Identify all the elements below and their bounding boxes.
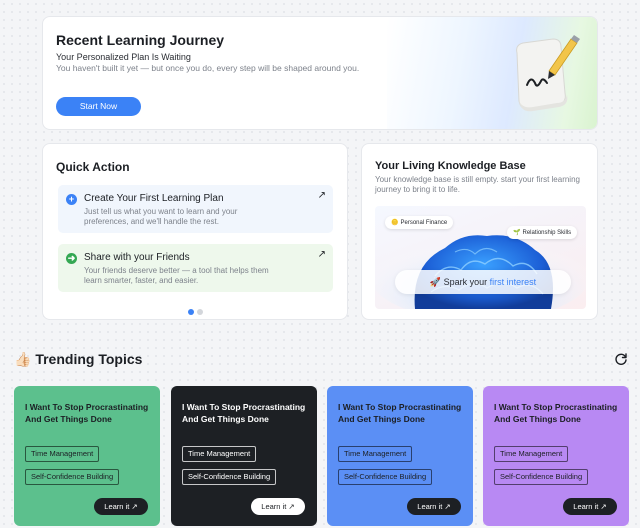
chip-personal-finance: 🪙 Personal Finance — [385, 216, 454, 229]
knowledge-base-visual: 🪙 Personal Finance 🌱 Relationship Skills 🚀… — [375, 206, 586, 309]
qa-item-description: Your friends deserve better — a tool tha… — [84, 266, 269, 285]
knowledge-base-description: Your knowledge base is still empty. star… — [375, 175, 580, 194]
qa-item-description: Just tell us what you want to learn and … — [84, 207, 238, 226]
arrow-up-right-icon: ↗ — [444, 502, 451, 511]
plus-icon: + — [66, 194, 77, 205]
qa-item-title: Share with your Friends — [84, 252, 190, 263]
quick-action-card: Quick Action + Create Your First Learnin… — [42, 143, 348, 320]
finance-icon: 🪙 — [391, 220, 399, 226]
recent-learning-journey-card: Recent Learning Journey Your Personalize… — [42, 16, 598, 130]
knowledge-base-title: Your Living Knowledge Base — [375, 160, 526, 172]
tag-self-confidence[interactable]: Self-Confidence Building — [25, 469, 120, 485]
tag-time-management[interactable]: Time Management — [494, 446, 569, 462]
rocket-icon: 🚀 — [429, 277, 442, 287]
topic-card[interactable]: I Want To Stop Procrastinating And Get T… — [483, 386, 629, 526]
trending-topics-heading: 👍🏻 Trending Topics — [14, 351, 142, 368]
topic-card[interactable]: I Want To Stop Procrastinating And Get T… — [14, 386, 160, 526]
tag-time-management[interactable]: Time Management — [182, 446, 257, 462]
arrow-up-right-icon: ↗ — [317, 190, 326, 201]
topic-title: I Want To Stop Procrastinating And Get T… — [25, 402, 149, 424]
arrow-up-right-icon: ↗ — [131, 502, 138, 511]
knowledge-base-card: Your Living Knowledge Base Your knowledg… — [361, 143, 598, 320]
carousel-dot-1[interactable] — [188, 309, 194, 315]
share-with-friends-item[interactable]: ➜ Share with your Friends Your friends d… — [58, 244, 333, 292]
start-now-button[interactable]: Start Now — [56, 97, 141, 116]
thumbs-up-icon: 👍🏻 — [14, 351, 32, 367]
qa-item-title: Create Your First Learning Plan — [84, 193, 224, 204]
topic-title: I Want To Stop Procrastinating And Get T… — [494, 402, 618, 424]
quick-action-title: Quick Action — [56, 160, 130, 174]
tag-time-management[interactable]: Time Management — [338, 446, 413, 462]
relationship-icon: 🌱 — [513, 230, 521, 236]
arrow-up-right-icon: ↗ — [288, 502, 295, 511]
spark-first-interest-button[interactable]: 🚀 Spark your first interest — [395, 270, 571, 294]
learn-it-button[interactable]: Learn it ↗ — [407, 498, 461, 515]
tag-self-confidence[interactable]: Self-Confidence Building — [338, 469, 433, 485]
arrow-up-right-icon: ↗ — [317, 249, 326, 260]
topic-card[interactable]: I Want To Stop Procrastinating And Get T… — [171, 386, 317, 526]
tag-time-management[interactable]: Time Management — [25, 446, 100, 462]
scroll-pen-illustration — [516, 35, 580, 112]
share-arrow-icon: ➜ — [66, 253, 77, 264]
create-learning-plan-item[interactable]: + Create Your First Learning Plan Just t… — [58, 185, 333, 233]
arrow-up-right-icon: ↗ — [600, 502, 607, 511]
journey-subtitle: Your Personalized Plan Is Waiting — [56, 52, 191, 62]
topic-card[interactable]: I Want To Stop Procrastinating And Get T… — [327, 386, 473, 526]
carousel-dots — [188, 302, 206, 320]
carousel-dot-2[interactable] — [197, 309, 203, 315]
refresh-icon[interactable] — [614, 352, 628, 366]
journey-description: You haven't built it yet — but once you … — [56, 63, 360, 73]
learn-it-button[interactable]: Learn it ↗ — [94, 498, 148, 515]
trending-topics-title: Trending Topics — [35, 351, 143, 367]
chip-relationship-skills: 🌱 Relationship Skills — [507, 226, 578, 239]
tag-self-confidence[interactable]: Self-Confidence Building — [494, 469, 589, 485]
journey-title: Recent Learning Journey — [56, 32, 225, 48]
topic-title: I Want To Stop Procrastinating And Get T… — [182, 402, 306, 424]
learn-it-button[interactable]: Learn it ↗ — [251, 498, 305, 515]
learn-it-button[interactable]: Learn it ↗ — [563, 498, 617, 515]
tag-self-confidence[interactable]: Self-Confidence Building — [182, 469, 277, 485]
topic-title: I Want To Stop Procrastinating And Get T… — [338, 402, 462, 424]
